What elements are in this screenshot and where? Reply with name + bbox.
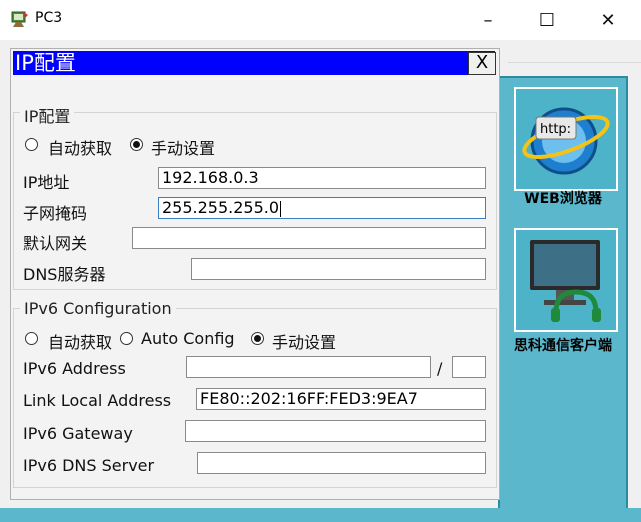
prefix-slash: / [437,359,443,378]
ipv6-dns-input[interactable] [197,452,486,474]
subnet-mask-value: 255.255.255.0 [162,198,280,217]
dialog-title: IP配置 [15,51,76,75]
link-local-label: Link Local Address [23,391,172,410]
maximize-button[interactable]: ☐ [524,0,570,40]
dns-server-label: DNS服务器 [23,265,106,284]
close-window-button[interactable]: ✕ [585,0,631,40]
dialog-close-button[interactable]: X [468,52,496,75]
ipv6-manual-radio[interactable] [251,332,264,345]
close-icon: ✕ [600,9,616,31]
close-icon: X [475,52,489,73]
default-gateway-input[interactable] [132,227,486,249]
window-titlebar: PC3 – ☐ ✕ [0,0,641,40]
web-browser-icon: http: [522,107,610,175]
desktop-panel: http: WEB浏览器 思科通信客户端 [498,76,628,512]
cisco-communicator-label[interactable]: 思科通信客户端 [500,338,626,355]
ipv6-prefix-input[interactable] [452,356,486,378]
text-caret [280,200,282,217]
ipv4-manual-label[interactable]: 手动设置 [151,135,215,159]
ipv6-legend: IPv6 Configuration [20,299,176,318]
ip-address-input[interactable]: 192.168.0.3 [158,167,486,189]
dns-server-input[interactable] [191,258,486,280]
default-gateway-label: 默认网关 [23,234,88,253]
ip-address-label: IP地址 [23,173,70,192]
web-browser-label[interactable]: WEB浏览器 [500,191,626,208]
minimize-button[interactable]: – [465,0,511,40]
ipv6-auto-label[interactable]: 自动获取 [48,329,112,353]
ipv6-manual-label[interactable]: 手动设置 [272,329,336,353]
ipv6-gateway-input[interactable] [185,420,486,442]
ipv4-manual-radio[interactable] [130,138,143,151]
maximize-icon: ☐ [538,9,556,31]
cisco-ip-communicator-icon [530,240,601,322]
tab-strip [508,40,641,63]
ipv6-auto-radio[interactable] [25,332,38,345]
ip-config-dialog: IP配置 X IP配置 自动获取 手动设置 IP地址 192.168.0.3 子… [10,48,500,500]
link-local-input[interactable]: FE80::202:16FF:FED3:9EA7 [196,388,486,410]
ipv6-gateway-label: IPv6 Gateway [23,424,133,443]
subnet-mask-input[interactable]: 255.255.255.0 [158,197,486,219]
ipv4-auto-radio[interactable] [25,138,38,151]
ipv4-auto-label[interactable]: 自动获取 [48,135,112,159]
http-label: http: [540,122,571,137]
ipv6-autoconfig-radio[interactable] [120,332,133,345]
cisco-communicator-app[interactable] [514,228,618,332]
packet-tracer-pc-icon [11,11,28,27]
window-title: PC3 [35,10,63,26]
desktop-bottom-strip [0,508,641,522]
web-browser-app[interactable]: http: [514,87,618,191]
subnet-mask-label: 子网掩码 [23,204,88,223]
ipv6-address-input[interactable] [186,356,431,378]
dialog-titlebar: IP配置 [13,51,495,75]
minimize-icon: – [483,9,493,31]
ipv4-legend: IP配置 [20,103,75,127]
ipv6-dns-label: IPv6 DNS Server [23,456,155,475]
ipv6-autoconfig-label[interactable]: Auto Config [141,329,235,348]
ipv6-address-label: IPv6 Address [23,359,126,378]
